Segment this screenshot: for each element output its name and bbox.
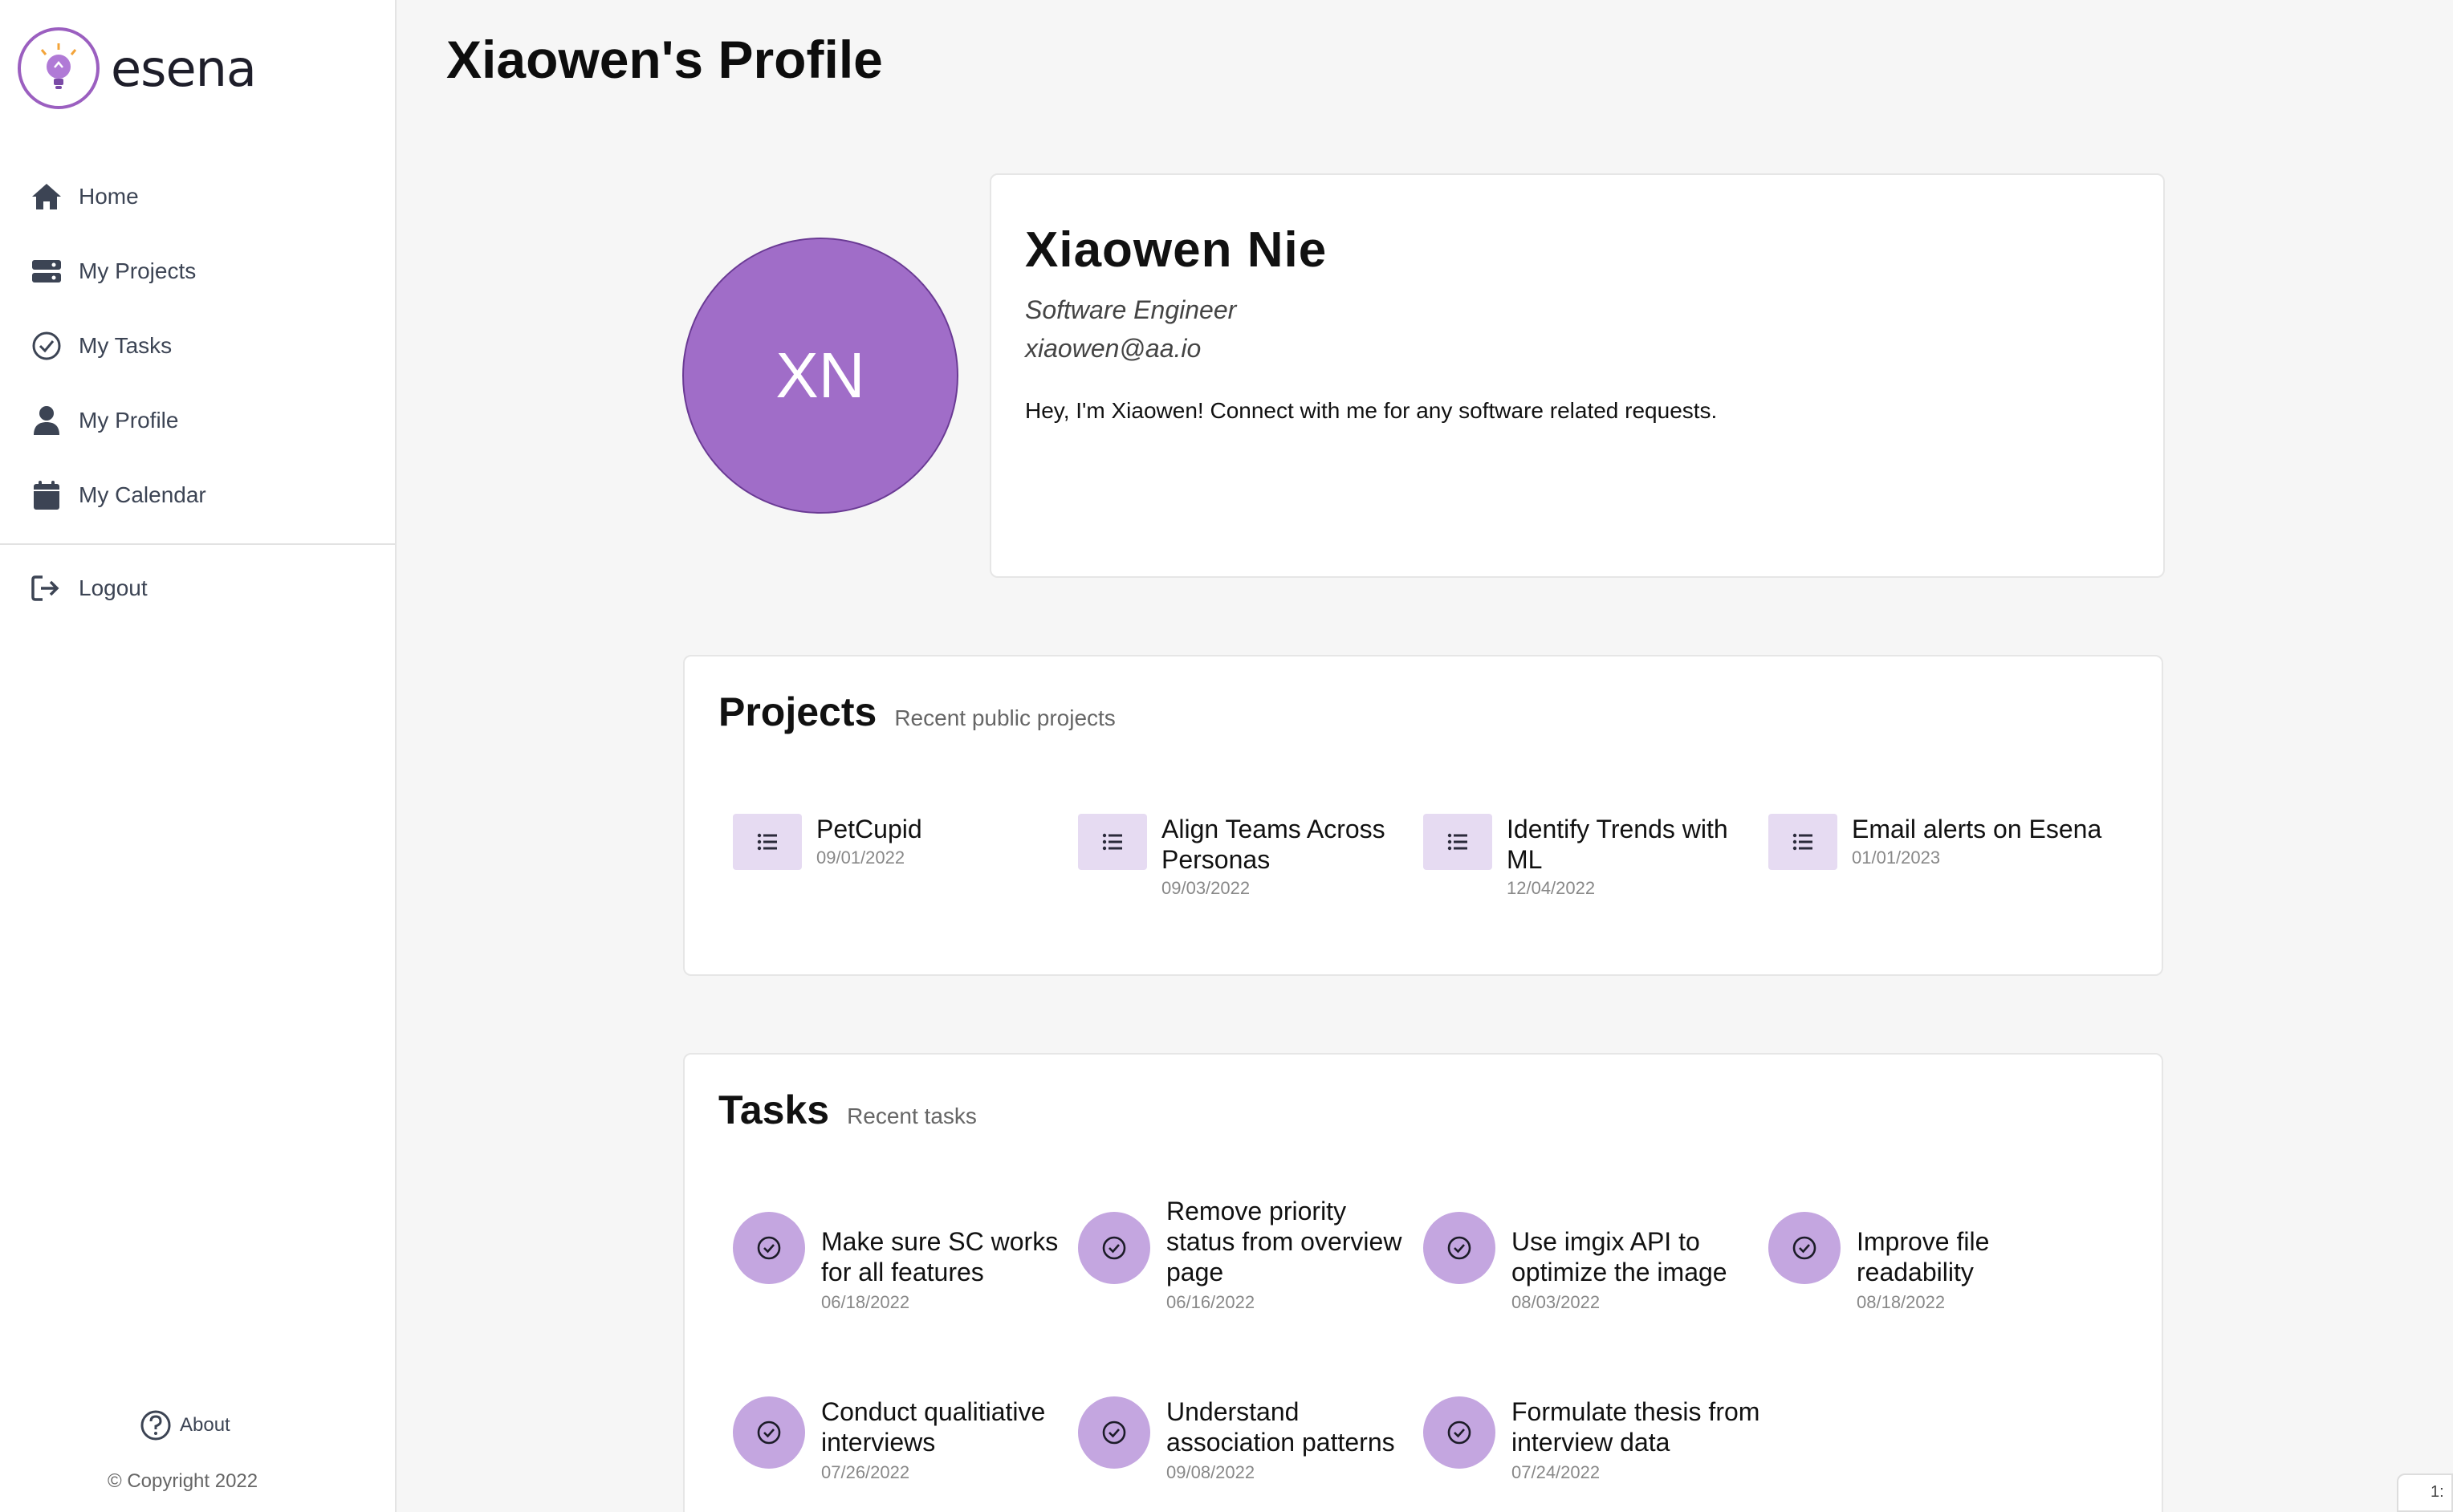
task-name: Use imgix API to optimize the image — [1511, 1227, 1727, 1286]
avatar-initials: XN — [775, 339, 865, 411]
task-name: Formulate thesis from interview data — [1511, 1397, 1760, 1457]
projects-title: Projects — [718, 689, 877, 734]
list-icon — [733, 814, 802, 870]
check-circle-icon — [733, 1212, 805, 1284]
task-name: Remove priority status from overview pag… — [1166, 1197, 1402, 1286]
profile-name: Xiaowen Nie — [1025, 222, 1328, 278]
task-item[interactable]: Remove priority status from overview pag… — [1078, 1197, 1418, 1313]
project-date: 09/01/2022 — [816, 847, 905, 868]
project-date: 01/01/2023 — [1852, 847, 1941, 868]
tasks-subtitle: Recent tasks — [847, 1104, 977, 1128]
profile-email: xiaowen@aa.io — [1025, 334, 1202, 363]
check-circle-icon — [31, 330, 63, 362]
brand-name: esena — [111, 39, 257, 98]
sidebar-item-my-calendar[interactable]: My Calendar — [0, 457, 395, 532]
profile-bio: Hey, I'm Xiaowen! Connect with me for an… — [1025, 398, 1718, 423]
task-name: Conduct qualitiative interviews — [821, 1397, 1046, 1457]
task-name: Make sure SC works for all features — [821, 1227, 1059, 1286]
project-name: Identify Trends with ML — [1507, 815, 1728, 874]
project-item[interactable]: PetCupid 09/01/2022 — [733, 814, 1070, 870]
profile-role: Software Engineer — [1025, 295, 1237, 324]
avatar: XN — [682, 238, 958, 514]
sidebar-item-my-profile[interactable]: My Profile — [0, 383, 395, 457]
sidebar-item-label: Home — [79, 183, 139, 209]
check-circle-icon — [1078, 1396, 1150, 1469]
check-circle-icon — [1423, 1212, 1495, 1284]
sidebar-item-label: My Calendar — [79, 482, 206, 507]
task-date: 08/18/2022 — [1857, 1292, 1946, 1312]
task-date: 07/24/2022 — [1511, 1462, 1601, 1482]
task-item[interactable]: Make sure SC works for all features 06/1… — [733, 1212, 1073, 1313]
project-item[interactable]: Identify Trends with ML 12/04/2022 — [1423, 814, 1760, 899]
corner-indicator: 1: — [2397, 1473, 2453, 1512]
project-name: Email alerts on Esena — [1852, 815, 2102, 843]
task-item[interactable]: Formulate thesis from interview data 07/… — [1423, 1396, 1763, 1483]
page-title: Xiaowen's Profile — [446, 30, 883, 89]
check-circle-icon — [1768, 1212, 1841, 1284]
task-date: 08/03/2022 — [1511, 1292, 1601, 1312]
logout-button[interactable]: Logout — [0, 551, 395, 625]
tasks-header: Tasks Recent tasks — [718, 1087, 977, 1133]
project-name: Align Teams Across Personas — [1161, 815, 1385, 874]
projects-header: Projects Recent public projects — [718, 689, 1116, 735]
task-date: 06/18/2022 — [821, 1292, 910, 1312]
sidebar-item-label: My Tasks — [79, 332, 173, 358]
user-icon — [31, 404, 63, 437]
task-item[interactable]: Use imgix API to optimize the image 08/0… — [1423, 1212, 1763, 1313]
projects-subtitle: Recent public projects — [894, 705, 1116, 730]
list-icon — [1768, 814, 1837, 870]
sidebar-divider — [0, 543, 395, 545]
profile-card: Xiaowen Nie Software Engineer xiaowen@aa… — [990, 173, 2165, 578]
copyright-text: © Copyright 2022 — [108, 1470, 258, 1492]
sidebar: esena Home My Projects My Tasks My Profi… — [0, 0, 397, 1512]
project-date: 09/03/2022 — [1161, 878, 1251, 898]
projects-icon — [31, 255, 63, 287]
logout-label: Logout — [79, 575, 148, 600]
task-name: Improve file readability — [1857, 1227, 1990, 1286]
check-circle-icon — [1078, 1212, 1150, 1284]
logout-section: Logout — [0, 551, 395, 625]
logout-icon — [31, 572, 63, 604]
sidebar-item-my-tasks[interactable]: My Tasks — [0, 308, 395, 383]
list-icon — [1078, 814, 1147, 870]
sidebar-item-label: My Projects — [79, 258, 197, 283]
list-icon — [1423, 814, 1492, 870]
project-item[interactable]: Email alerts on Esena 01/01/2023 — [1768, 814, 2105, 870]
task-date: 09/08/2022 — [1166, 1462, 1255, 1482]
tasks-card: Tasks Recent tasks Make sure SC works fo… — [683, 1053, 2163, 1512]
about-label: About — [180, 1414, 230, 1436]
home-icon — [31, 181, 63, 213]
question-circle-icon — [140, 1409, 172, 1441]
task-name: Understand association patterns — [1166, 1397, 1395, 1457]
project-name: PetCupid — [816, 815, 922, 843]
task-item[interactable]: Understand association patterns 09/08/20… — [1078, 1396, 1418, 1483]
project-item[interactable]: Align Teams Across Personas 09/03/2022 — [1078, 814, 1415, 899]
calendar-icon — [31, 479, 63, 511]
task-date: 07/26/2022 — [821, 1462, 910, 1482]
task-item[interactable]: Conduct qualitiative interviews 07/26/20… — [733, 1396, 1073, 1483]
sidebar-nav: Home My Projects My Tasks My Profile My … — [0, 159, 395, 532]
lightbulb-logo-icon — [18, 27, 100, 109]
check-circle-icon — [733, 1396, 805, 1469]
logo[interactable]: esena — [18, 27, 257, 109]
sidebar-item-home[interactable]: Home — [0, 159, 395, 234]
tasks-title: Tasks — [718, 1087, 830, 1132]
project-date: 12/04/2022 — [1507, 878, 1596, 898]
check-circle-icon — [1423, 1396, 1495, 1469]
projects-card: Projects Recent public projects PetCupid… — [683, 655, 2163, 976]
about-link[interactable]: About — [140, 1409, 230, 1441]
sidebar-item-my-projects[interactable]: My Projects — [0, 234, 395, 308]
task-date: 06/16/2022 — [1166, 1292, 1255, 1312]
task-item[interactable]: Improve file readability 08/18/2022 — [1768, 1212, 2109, 1313]
sidebar-item-label: My Profile — [79, 407, 179, 433]
